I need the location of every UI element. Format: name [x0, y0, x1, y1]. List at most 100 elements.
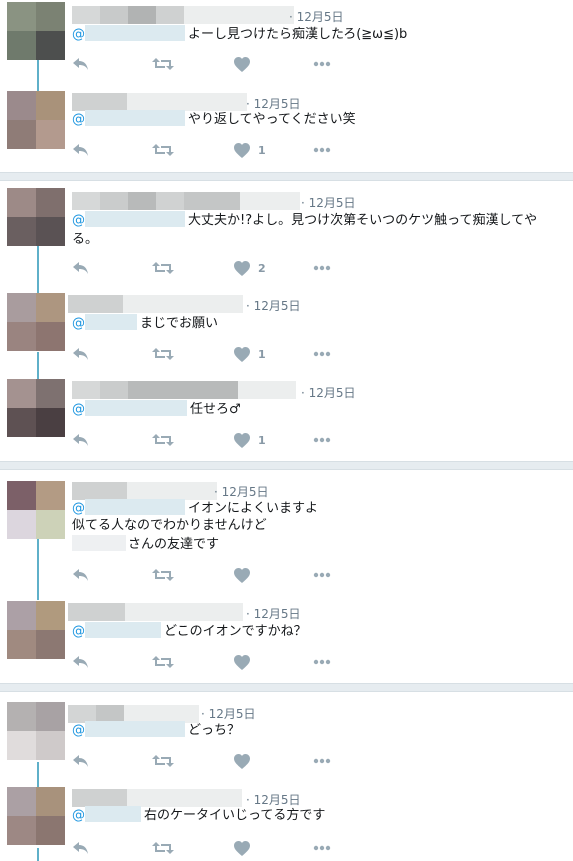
- user-name-blurred[interactable]: [68, 603, 243, 621]
- more-button[interactable]: [313, 838, 331, 858]
- tweet-actions: 1: [72, 430, 342, 450]
- avatar[interactable]: [7, 379, 65, 437]
- retweet-button[interactable]: [152, 54, 174, 74]
- tweet-text-content: 任せろ♂: [190, 402, 241, 417]
- like-button[interactable]: [234, 565, 258, 585]
- like-button[interactable]: 1: [234, 344, 266, 364]
- like-button[interactable]: [234, 838, 258, 858]
- more-button[interactable]: [313, 140, 331, 160]
- retweet-button[interactable]: [152, 565, 174, 585]
- avatar[interactable]: [7, 702, 65, 760]
- more-icon: [313, 758, 331, 764]
- retweet-button[interactable]: [152, 652, 174, 672]
- like-icon: [234, 567, 250, 583]
- timestamp-text: 12月5日: [221, 485, 269, 499]
- reply-button[interactable]: [72, 838, 90, 858]
- tweet-text-content: どこのイオンですかね？: [164, 624, 307, 639]
- tweet-timestamp[interactable]: · 12月5日: [301, 194, 356, 211]
- mention-at[interactable]: @: [72, 27, 85, 42]
- tweet-timestamp[interactable]: · 12月5日: [289, 8, 344, 25]
- like-icon: [234, 56, 250, 72]
- reply-button[interactable]: [72, 565, 90, 585]
- avatar[interactable]: [7, 601, 65, 659]
- reply-button[interactable]: [72, 430, 90, 450]
- tweet-timestamp[interactable]: · 12月5日: [246, 605, 301, 622]
- reply-button[interactable]: [72, 751, 90, 771]
- reply-button[interactable]: [72, 258, 90, 278]
- retweet-button[interactable]: [152, 430, 174, 450]
- mention-handle-blurred[interactable]: [85, 314, 137, 330]
- more-button[interactable]: [313, 430, 331, 450]
- tweet-actions: [72, 652, 342, 672]
- mention-at[interactable]: @: [72, 808, 85, 823]
- mention-handle-blurred[interactable]: [85, 622, 161, 638]
- reply-button[interactable]: [72, 344, 90, 364]
- like-button[interactable]: 2: [234, 258, 266, 278]
- tweet-actions: [72, 751, 342, 771]
- more-button[interactable]: [313, 652, 331, 672]
- tweet-actions: [72, 54, 342, 74]
- like-button[interactable]: 1: [234, 140, 266, 160]
- tweet-actions: 1: [72, 344, 342, 364]
- like-icon: [234, 840, 250, 856]
- mention-handle-blurred[interactable]: [85, 25, 185, 41]
- avatar[interactable]: [7, 91, 65, 149]
- more-button[interactable]: [313, 751, 331, 771]
- retweet-icon: [152, 144, 174, 156]
- mention-handle-blurred[interactable]: [85, 211, 185, 227]
- tweet-text: @ よーし見つけたら痴漢したろ(≧ω≦)b: [72, 24, 407, 45]
- user-name-blurred[interactable]: [72, 192, 300, 210]
- retweet-button[interactable]: [152, 838, 174, 858]
- user-name-blurred[interactable]: [72, 6, 294, 24]
- thread-separator: [0, 683, 573, 692]
- more-button[interactable]: [313, 258, 331, 278]
- more-button[interactable]: [313, 344, 331, 364]
- user-name-blurred[interactable]: [72, 381, 296, 399]
- retweet-button[interactable]: [152, 258, 174, 278]
- more-icon: [313, 147, 331, 153]
- mention-handle-blurred[interactable]: [85, 400, 187, 416]
- like-button[interactable]: [234, 652, 258, 672]
- reply-button[interactable]: [72, 652, 90, 672]
- user-name-blurred[interactable]: [68, 295, 243, 313]
- like-button[interactable]: 1: [234, 430, 266, 450]
- mention-at[interactable]: @: [72, 213, 85, 228]
- more-icon: [313, 845, 331, 851]
- retweet-icon: [152, 656, 174, 668]
- reply-button[interactable]: [72, 54, 90, 74]
- tweet-text: @ 大丈夫か!?よし。見つけ次第そいつのケツ触って痴漢してや: [72, 210, 537, 231]
- avatar[interactable]: [7, 188, 65, 246]
- mention-handle-blurred[interactable]: [85, 721, 185, 737]
- like-button[interactable]: [234, 751, 258, 771]
- like-button[interactable]: [234, 54, 258, 74]
- avatar[interactable]: [7, 2, 65, 60]
- mention-at[interactable]: @: [72, 316, 85, 331]
- mention-at[interactable]: @: [72, 402, 85, 417]
- tweet-timestamp[interactable]: · 12月5日: [246, 297, 301, 314]
- mention-at[interactable]: @: [72, 501, 85, 516]
- tweet-text: @ まじでお願い: [72, 313, 218, 334]
- tweet-text-line-2: る。: [72, 232, 99, 247]
- mention-handle-blurred[interactable]: [85, 110, 185, 126]
- more-button[interactable]: [313, 54, 331, 74]
- mention-at[interactable]: @: [72, 112, 85, 127]
- retweet-button[interactable]: [152, 751, 174, 771]
- tweet-timestamp[interactable]: · 12月5日: [301, 384, 356, 401]
- like-icon: [234, 142, 250, 158]
- mention-at[interactable]: @: [72, 624, 85, 639]
- more-button[interactable]: [313, 565, 331, 585]
- tweet-text-content: やり返してやってください笑: [188, 112, 356, 127]
- mention-handle-blurred[interactable]: [85, 806, 141, 822]
- mention-handle-blurred[interactable]: [85, 499, 185, 515]
- reply-icon: [73, 348, 88, 360]
- avatar[interactable]: [7, 787, 65, 845]
- mention-at[interactable]: @: [72, 723, 85, 738]
- like-count: 1: [258, 143, 266, 157]
- timestamp-text: 12月5日: [308, 196, 356, 210]
- tweet-text: @ どっち？: [72, 720, 240, 741]
- avatar[interactable]: [7, 293, 65, 351]
- retweet-button[interactable]: [152, 344, 174, 364]
- avatar[interactable]: [7, 481, 65, 539]
- reply-button[interactable]: [72, 140, 90, 160]
- retweet-button[interactable]: [152, 140, 174, 160]
